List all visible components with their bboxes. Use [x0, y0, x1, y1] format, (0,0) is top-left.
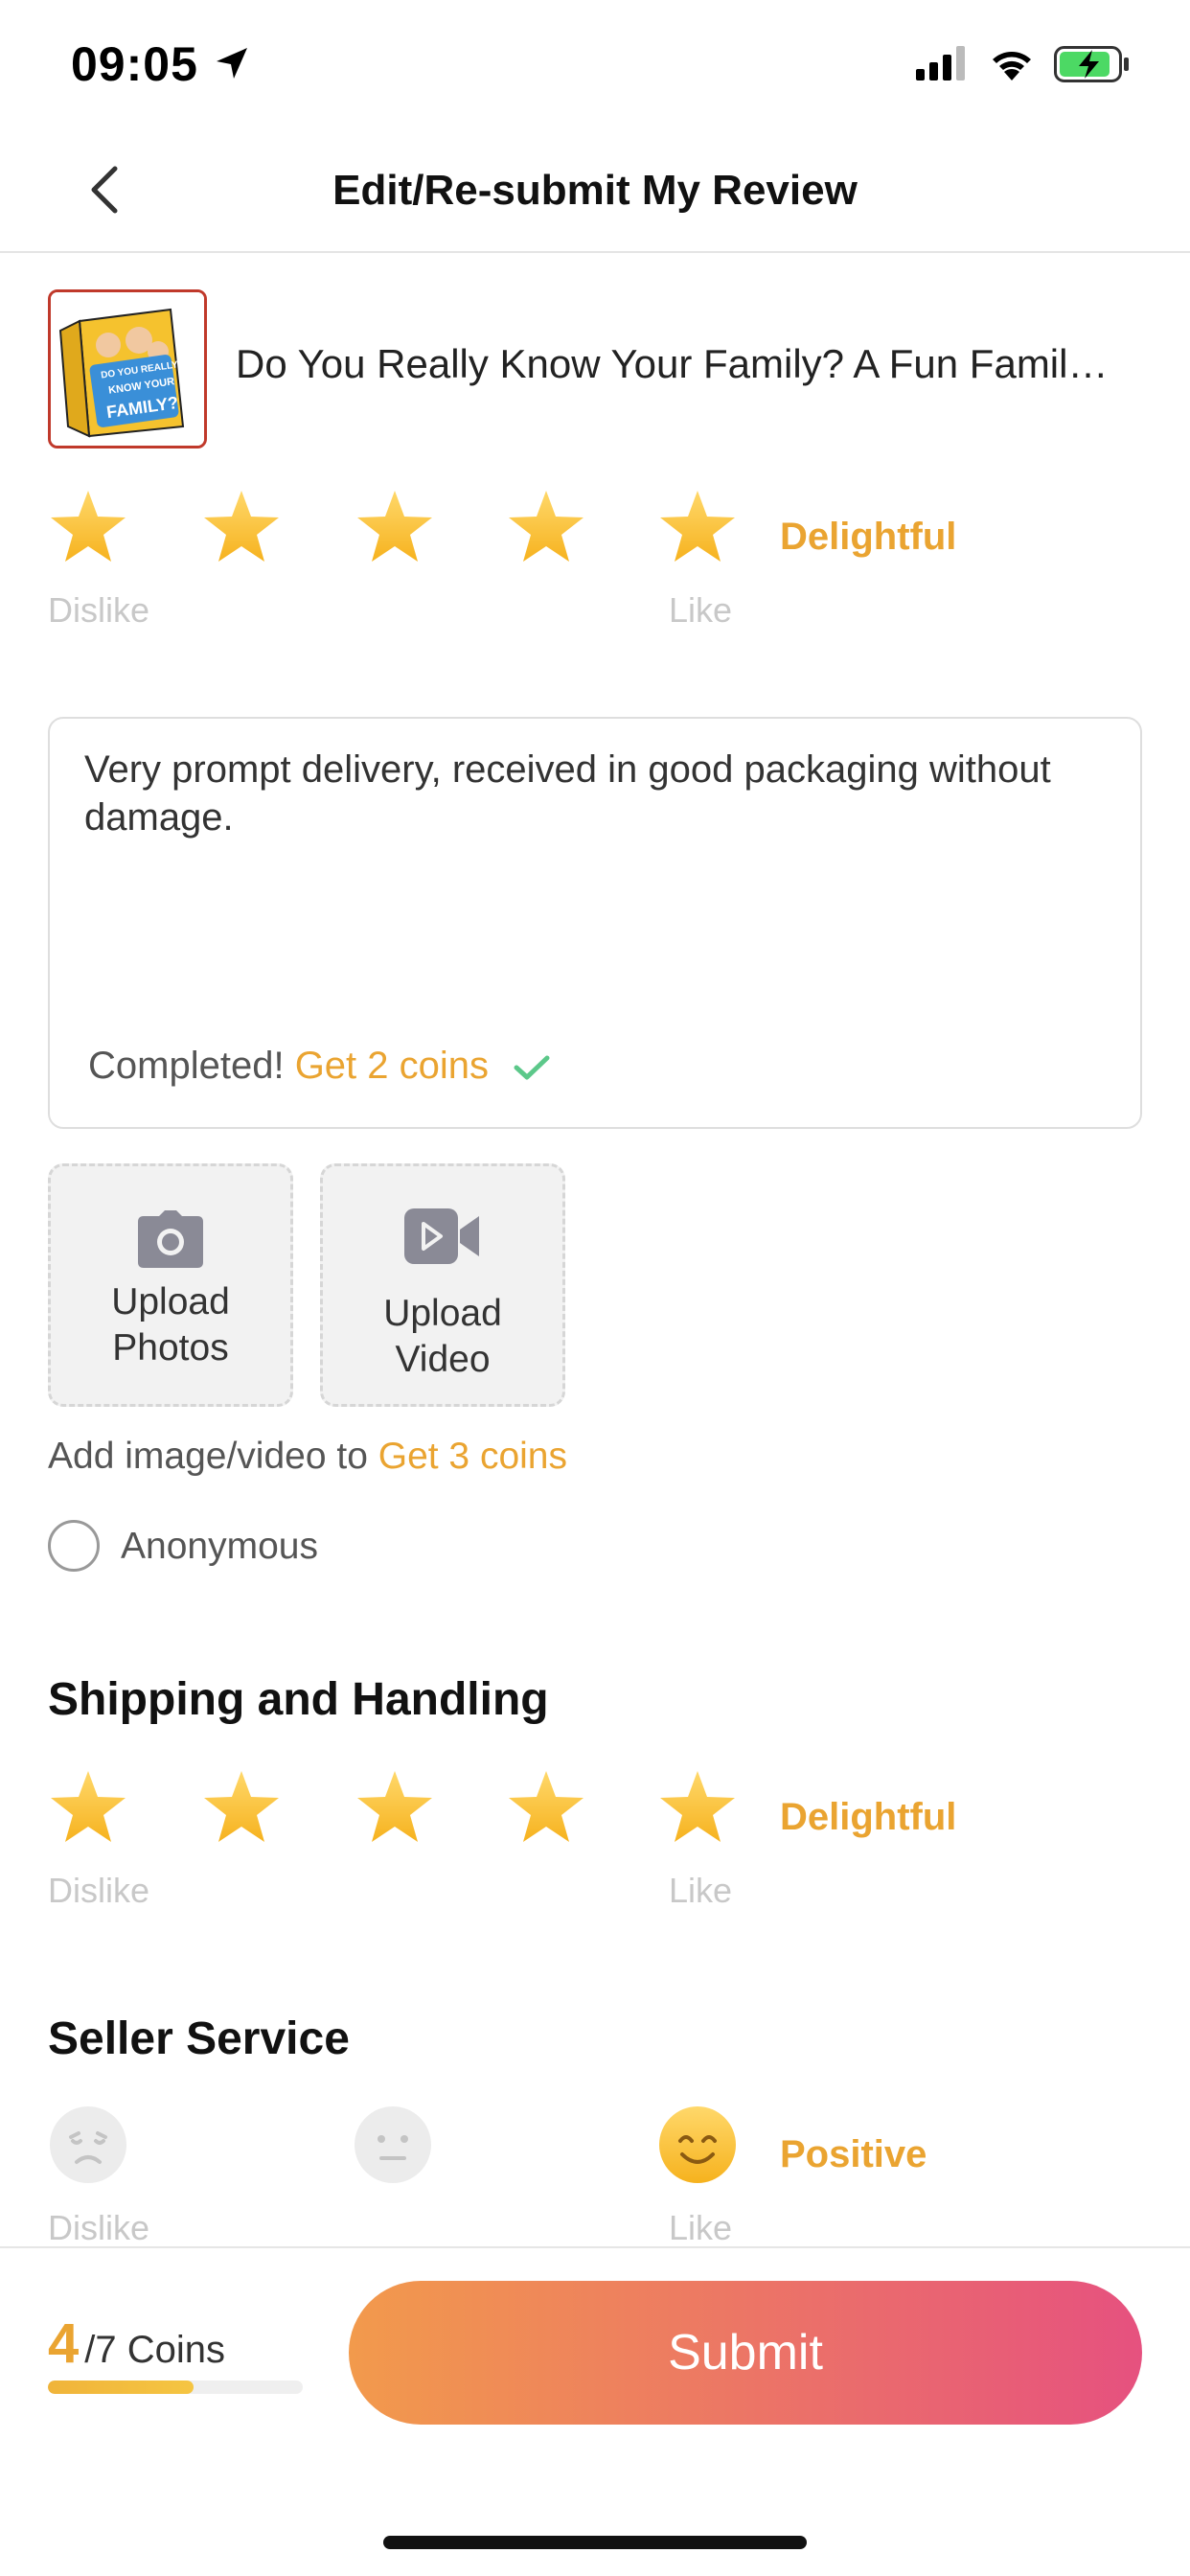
star-icon [51, 1771, 126, 1842]
media-coins-hint: Add image/video to Get 3 coins [48, 1436, 567, 1478]
page-title: Edit/Re-submit My Review [332, 167, 858, 214]
check-icon [514, 1055, 550, 1080]
star-3[interactable] [355, 487, 435, 567]
product-name[interactable]: Do You Really Know Your Family? A Fun Fa… [236, 341, 1150, 387]
anonymous-label: Anonymous [121, 1526, 318, 1567]
star-icon [51, 491, 126, 562]
submit-button[interactable]: Submit [349, 2281, 1142, 2425]
coins-counter: 4/7 Coins [48, 2312, 225, 2376]
camera-icon [138, 1210, 203, 1268]
status-time: 09:05 [71, 37, 198, 91]
hint-dislike: Dislike [48, 590, 150, 630]
upload-photos-label-2: Photos [112, 1327, 229, 1368]
shipping-rating-word: Delightful [780, 1796, 957, 1838]
video-camera-icon [404, 1208, 479, 1264]
seller-hint-dislike: Dislike [48, 2208, 150, 2247]
seller-option-positive[interactable] [657, 2104, 738, 2185]
nav-bar: Edit/Re-submit My Review [0, 125, 1190, 253]
positive-face-icon [659, 2106, 736, 2183]
star-icon [660, 1771, 735, 1842]
negative-face-icon [50, 2106, 126, 2183]
location-arrow-icon [217, 48, 247, 79]
upload-photos-button[interactable]: Upload Photos [48, 1163, 293, 1407]
seller-option-neutral[interactable] [353, 2104, 433, 2185]
shipping-star-4[interactable] [506, 1767, 586, 1848]
product-summary: DO YOU REALLY KNOW YOUR FAMILY? Do You R… [48, 289, 1150, 450]
star-1[interactable] [48, 487, 128, 567]
battery-charging-icon [1054, 46, 1129, 82]
upload-video-button[interactable]: Upload Video [320, 1163, 565, 1407]
review-status: Completed! Get 2 coins [88, 1045, 551, 1088]
anonymous-radio[interactable] [48, 1520, 100, 1572]
bottom-bar: 4/7 Coins Submit [0, 2246, 1190, 2576]
star-4[interactable] [506, 487, 586, 567]
shipping-star-2[interactable] [201, 1767, 282, 1848]
star-icon [357, 1771, 432, 1842]
neutral-face-icon [355, 2106, 431, 2183]
star-icon [509, 491, 584, 562]
star-5[interactable] [657, 487, 738, 567]
star-icon [204, 491, 279, 562]
upload-video-label-1: Upload [383, 1293, 502, 1334]
seller-option-negative[interactable] [48, 2104, 128, 2185]
shipping-star-1[interactable] [48, 1767, 128, 1848]
seller-rating: Positive Dislike Like [48, 2104, 1102, 2258]
rating-word: Delightful [780, 516, 957, 558]
seller-rating-word: Positive [780, 2133, 927, 2175]
upload-video-label-2: Video [395, 1339, 491, 1380]
product-thumbnail[interactable]: DO YOU REALLY KNOW YOUR FAMILY? [48, 289, 207, 448]
seller-section-title: Seller Service [48, 2013, 350, 2064]
media-hint-coins: Get 3 coins [378, 1436, 568, 1477]
star-icon [509, 1771, 584, 1842]
shipping-star-3[interactable] [355, 1767, 435, 1848]
hint-like: Like [669, 590, 733, 630]
coins-earned: 4 [48, 2312, 80, 2375]
review-textarea[interactable]: Very prompt delivery, received in good p… [48, 717, 1142, 1129]
status-bar: 09:05 [0, 0, 1190, 125]
shipping-section-title: Shipping and Handling [48, 1674, 549, 1725]
coins-total: /7 Coins [84, 2329, 226, 2371]
shipping-hint-dislike: Dislike [48, 1871, 150, 1910]
star-icon [660, 491, 735, 562]
star-icon [204, 1771, 279, 1842]
review-status-coins: Get 2 coins [294, 1045, 490, 1087]
home-indicator[interactable] [383, 2536, 807, 2549]
coins-progress-bar [48, 2380, 303, 2394]
cellular-signal-icon [916, 46, 965, 80]
upload-photos-label-1: Upload [111, 1281, 230, 1322]
coins-progress-fill [48, 2380, 194, 2394]
wifi-icon [993, 52, 1031, 80]
star-icon [357, 491, 432, 562]
product-rating: Delightful Dislike Like [48, 487, 1102, 640]
shipping-rating: Delightful Dislike Like [48, 1767, 1102, 1920]
star-2[interactable] [201, 487, 282, 567]
media-hint-prefix: Add image/video to [48, 1436, 368, 1477]
shipping-star-5[interactable] [657, 1767, 738, 1848]
shipping-hint-like: Like [669, 1871, 733, 1910]
review-status-prefix: Completed! [88, 1045, 285, 1087]
seller-hint-like: Like [669, 2208, 733, 2247]
review-text[interactable]: Very prompt delivery, received in good p… [84, 746, 1110, 841]
